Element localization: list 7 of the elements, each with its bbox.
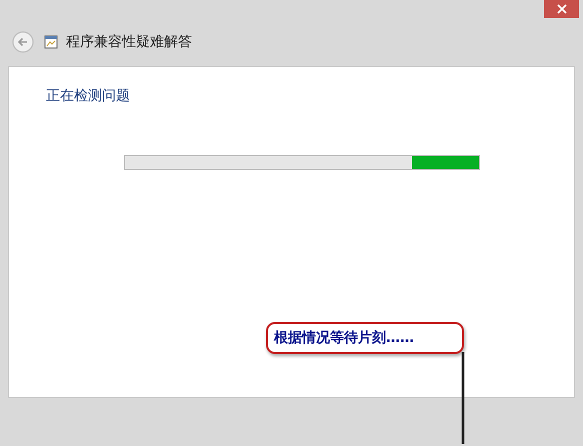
program-icon [44,35,58,49]
back-icon[interactable] [12,31,34,53]
close-icon [556,4,566,14]
callout-note: 根据情况等待片刻…… [266,322,464,354]
close-button[interactable] [544,0,579,18]
window-title: 程序兼容性疑难解答 [66,33,192,51]
status-heading: 正在检测问题 [46,87,131,105]
